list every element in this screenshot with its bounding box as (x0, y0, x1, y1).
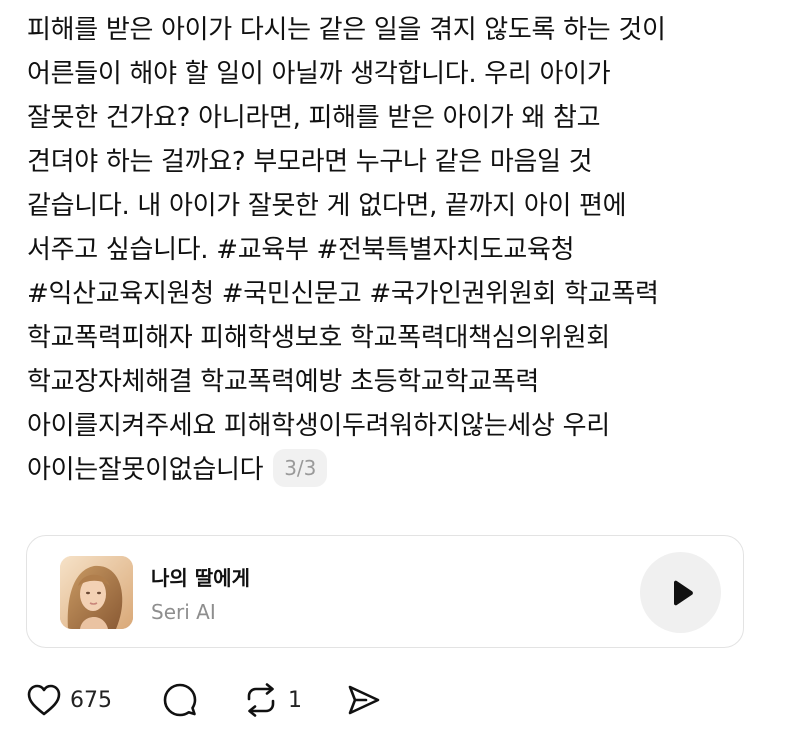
post-text-line: 어른들이 해야 할 일이 아닐까 생각합니다. 우리 아이가 (27, 59, 611, 89)
track-title[interactable]: 나의 딸에게 (151, 562, 250, 591)
portrait-illustration (60, 556, 133, 629)
page-indicator-badge: 3/3 (273, 449, 328, 487)
post-text-line: 서주고 싶습니다. #교육부 #전북특별자치도교육청 (27, 235, 575, 265)
post-text-line: 학교폭력피해자 피해학생보호 학교폭력대책심의위원회 (27, 323, 610, 353)
share-icon (346, 683, 382, 717)
post-text-line: 잘못한 건가요? 아니라면, 피해를 받은 아이가 왜 참고 (27, 103, 601, 133)
post-text-line: 아이를지켜주세요 피해학생이두려워하지않는세상 우리 (27, 411, 610, 441)
post-text-line: 아이는잘못이없습니다 (27, 455, 264, 485)
like-count: 675 (70, 687, 112, 713)
heart-icon (26, 683, 62, 717)
repost-button[interactable]: 1 (242, 682, 302, 718)
repost-count: 1 (288, 687, 302, 713)
like-button[interactable]: 675 (26, 683, 112, 717)
post-text-last-line: 아이는잘못이없습니다 3/3 (27, 448, 777, 492)
comment-button[interactable] (162, 682, 198, 718)
post-text-line: 피해를 받은 아이가 다시는 같은 일을 겪지 않도록 하는 것이 (27, 15, 666, 45)
track-artist[interactable]: Seri AI (151, 600, 216, 624)
post-text-line: 같습니다. 내 아이가 잘못한 게 없다면, 끝까지 아이 편에 (27, 191, 627, 221)
comment-icon (162, 682, 198, 718)
post-text-line: #익산교육지원청 #국민신문고 #국가인권위원회 학교폭력 (27, 279, 659, 309)
music-attachment-card[interactable]: 나의 딸에게 Seri AI (26, 535, 744, 648)
post-text-line: 견뎌야 하는 걸까요? 부모라면 누구나 같은 마음일 것 (27, 147, 593, 177)
repost-icon (242, 682, 280, 718)
post-text-line: 학교장자체해결 학교폭력예방 초등학교학교폭력 (27, 367, 539, 397)
play-icon (666, 578, 696, 608)
album-cover-portrait (60, 556, 133, 629)
post-body: 피해를 받은 아이가 다시는 같은 일을 겪지 않도록 하는 것이 어른들이 해… (27, 8, 777, 492)
share-button[interactable] (346, 683, 382, 717)
post-actions-bar: 675 1 (26, 682, 382, 718)
play-button[interactable] (640, 552, 721, 633)
